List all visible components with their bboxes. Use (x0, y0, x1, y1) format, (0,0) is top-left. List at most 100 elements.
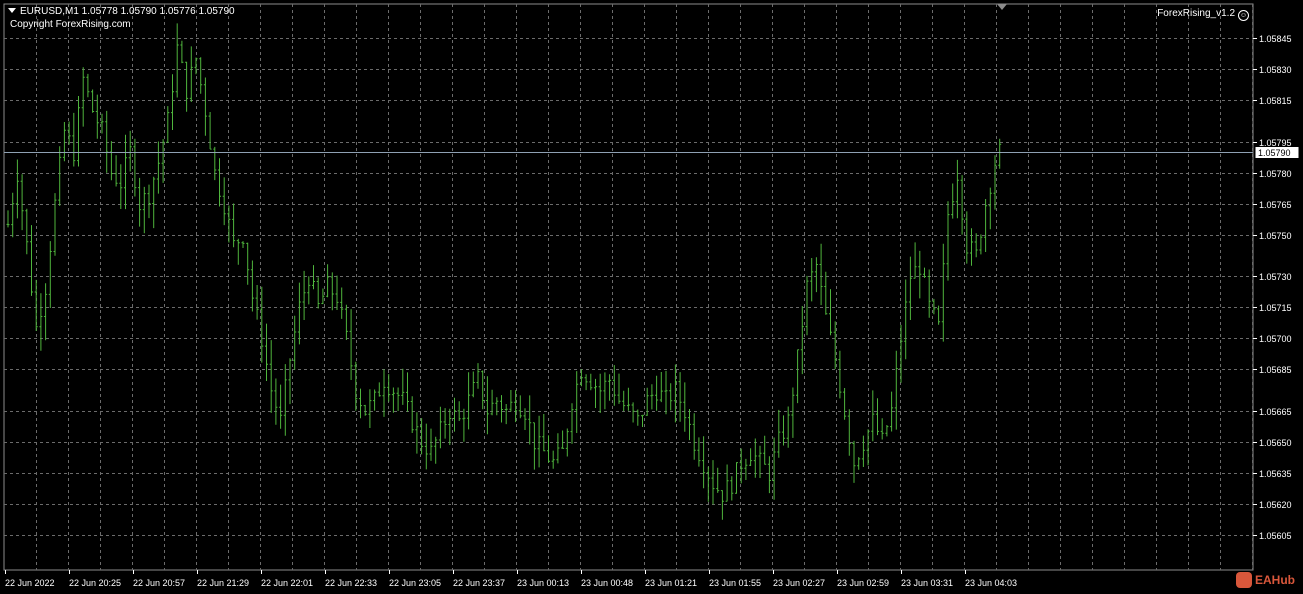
ohlc-bar (438, 406, 442, 449)
chart-window[interactable]: 1.05845 1.05830 1.05815 1.05795 1.05780 1.057… (0, 0, 1303, 594)
ohlc-bar (998, 138, 1002, 169)
ohlc-bar (824, 271, 828, 315)
x-tick-label: 23 Jun 03:31 (901, 578, 953, 588)
y-tick-label: 1.05830 (1259, 65, 1292, 75)
ohlc-bar (951, 183, 955, 219)
current-price-label: 1.05790 (1258, 148, 1291, 158)
ohlc-bar (598, 373, 602, 413)
ohlc-bar (993, 155, 997, 210)
ohlc-bar (199, 57, 203, 94)
ohlc-bar (810, 258, 814, 302)
ohlc-bar (138, 177, 142, 227)
ohlc-bar (218, 158, 221, 207)
x-tick-label: 23 Jun 00:13 (517, 578, 569, 588)
ohlc-bar (688, 409, 691, 441)
ohlc-bar (857, 457, 861, 470)
ohlc-bar (532, 422, 536, 470)
ohlc-bar (406, 372, 409, 412)
ohlc-bar (114, 155, 118, 187)
symbol-info: EURUSD,M1 1.05778 1.05790 1.05776 1.0579… (8, 6, 235, 18)
ohlc-bar (359, 388, 362, 419)
ohlc-bar (72, 112, 76, 167)
ohlc-bar (847, 409, 851, 456)
ohlc-bar (852, 440, 856, 483)
ohlc-bar (321, 288, 325, 305)
ohlc-bar (706, 466, 710, 502)
ohlc-bar (109, 141, 113, 181)
watermark: EAHub (1236, 572, 1295, 588)
ohlc-bar (641, 414, 644, 427)
ohlc-bar (274, 378, 278, 425)
ohlc-bar (866, 429, 870, 466)
chart-shift-marker-icon[interactable] (997, 4, 1007, 10)
ohlc-bar (481, 370, 485, 410)
ohlc-bar (246, 242, 250, 285)
y-tick-label: 1.05650 (1259, 438, 1292, 448)
ohlc-bar (749, 448, 753, 466)
x-tick-label: 23 Jun 04:03 (965, 578, 1017, 588)
y-tick-label: 1.05665 (1259, 407, 1292, 417)
ohlc-bar (222, 177, 226, 226)
smiley-icon[interactable]: ☺ (1238, 10, 1249, 21)
ohlc-bar (443, 408, 447, 439)
ohlc-bar (984, 199, 988, 252)
ohlc-bar (880, 418, 884, 440)
ohlc-bar (6, 210, 10, 228)
ohlc-bar (255, 285, 259, 320)
y-tick-label: 1.05635 (1259, 469, 1292, 479)
ohlc-bar (434, 436, 438, 464)
ohlc-bar (814, 257, 818, 293)
ohlc-bar (213, 146, 217, 181)
eahub-logo-icon (1236, 572, 1252, 588)
ohlc-bar (692, 413, 696, 460)
ohlc-bar (340, 287, 344, 319)
ohlc-bar (500, 395, 503, 423)
ohlc-bar (960, 175, 964, 235)
ohlc-bar (720, 490, 724, 520)
ohlc-bar (988, 187, 992, 230)
ohlc-bar (786, 406, 790, 448)
ohlc-bar (772, 437, 776, 500)
x-tick-label: 23 Jun 00:48 (581, 578, 633, 588)
ohlc-bar (62, 122, 66, 162)
ohlc-bar (509, 390, 513, 412)
ohlc-bar (382, 369, 386, 417)
ohlc-bar (626, 387, 630, 411)
ohlc-bar (702, 436, 706, 489)
ohlc-bar (283, 364, 287, 436)
ohlc-bar (128, 130, 132, 172)
symbol-info-text: EURUSD,M1 1.05778 1.05790 1.05776 1.0579… (20, 6, 235, 17)
ohlc-bar (429, 428, 433, 461)
ohlc-bar (631, 402, 635, 423)
ohlc-bar (937, 305, 941, 325)
ohlc-bar (716, 467, 720, 493)
ohlc-bar (650, 384, 654, 410)
ohlc-bar (603, 372, 607, 410)
ohlc-bar (119, 164, 123, 209)
ohlc-bar (279, 384, 283, 429)
ohlc-bar (124, 134, 127, 210)
ohlc-bar (307, 276, 311, 305)
ohlc-bar (542, 414, 546, 452)
ohlc-bar (800, 306, 804, 375)
ohlc-bar (232, 203, 236, 248)
ohlc-bar (368, 389, 372, 428)
ohlc-bar (913, 242, 917, 279)
ohlc-bar (312, 265, 315, 290)
ohlc-bar (974, 233, 978, 258)
price-chart[interactable]: 1.058451.058301.058151.057951.057801.057… (0, 0, 1303, 594)
ohlc-bar (796, 349, 800, 404)
ohlc-bar (401, 368, 405, 405)
y-tick-label: 1.05700 (1259, 334, 1292, 344)
y-tick-label: 1.05750 (1259, 231, 1292, 241)
ohlc-bar (664, 370, 668, 415)
y-tick-label: 1.05815 (1259, 96, 1292, 106)
ohlc-bar (829, 289, 832, 336)
dropdown-triangle-icon[interactable] (8, 8, 16, 13)
ohlc-bar (316, 277, 320, 309)
ohlc-bar (147, 184, 151, 219)
ohlc-bar (20, 174, 24, 231)
ohlc-bar (377, 382, 381, 397)
expert-advisor-name: ForexRising_v1.2 (1157, 8, 1235, 19)
ohlc-bar (735, 462, 738, 494)
